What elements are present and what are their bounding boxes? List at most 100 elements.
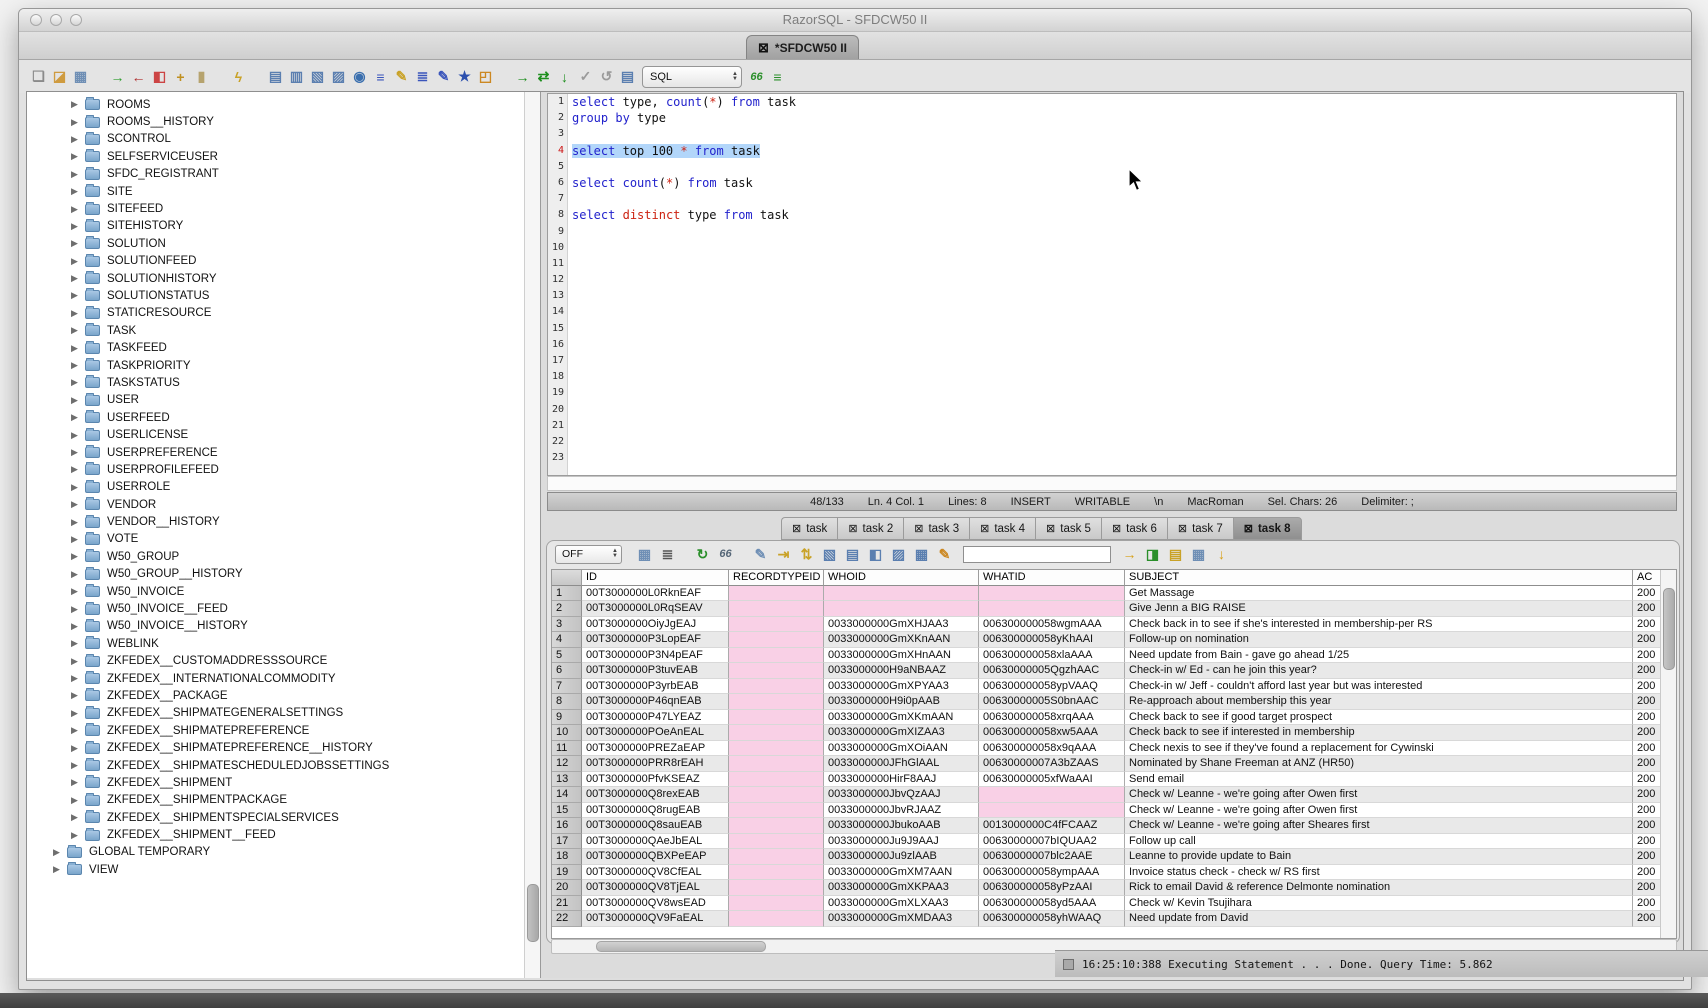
table-row[interactable]: 500T3000000P3N4pEAF0033000000GmXHnAAN006… (552, 648, 1661, 664)
cell-whatid[interactable]: 006300000058yd5AAA (979, 896, 1125, 912)
disclosure-triangle-icon[interactable]: ▶ (71, 690, 85, 701)
copy-rows-icon[interactable]: ▨ (888, 544, 909, 565)
insert-row-icon[interactable]: ⇥ (773, 544, 794, 565)
cell-subject[interactable]: Follow-up on nomination (1125, 632, 1633, 648)
disclosure-triangle-icon[interactable]: ▶ (71, 99, 85, 110)
cell-whatid[interactable]: 00630000005xfWaAAI (979, 772, 1125, 788)
cell-whoid[interactable]: 0033000000GmXMDAA3 (824, 911, 979, 927)
cell-rtid[interactable] (729, 803, 824, 819)
cell-ac[interactable]: 200 (1633, 803, 1662, 819)
cell-rtid[interactable] (729, 834, 824, 850)
tree-item[interactable]: ▶ZKFEDEX__CUSTOMADDRESSSOURCE (27, 653, 540, 670)
cell-whatid[interactable]: 006300000058x9qAAA (979, 741, 1125, 757)
cell-whatid[interactable]: 006300000058xlaAAA (979, 648, 1125, 664)
disclosure-triangle-icon[interactable]: ▶ (71, 343, 85, 354)
save-table-icon[interactable]: ▦ (1188, 544, 1209, 565)
cell-whoid[interactable]: 0033000000GmXHnAAN (824, 648, 979, 664)
cell-whatid[interactable] (979, 586, 1125, 602)
cell-ac[interactable]: 200 (1633, 617, 1662, 633)
cell-ac[interactable]: 200 (1633, 818, 1662, 834)
cell-ac[interactable]: 200 (1633, 663, 1662, 679)
tree-item[interactable]: ▶TASK (27, 322, 540, 339)
tree-scrollbar-thumb[interactable] (527, 884, 539, 942)
tree-item[interactable]: ▶ZKFEDEX__SHIPMENTSPECIALSERVICES (27, 809, 540, 826)
result-tab-task-3[interactable]: ⊠task 3 (903, 517, 969, 540)
column-header-ID[interactable]: ID (582, 570, 729, 586)
disclosure-triangle-icon[interactable]: ▶ (71, 395, 85, 406)
cell-subject[interactable]: Check w/ Leanne - we're going after Shea… (1125, 818, 1633, 834)
disclosure-triangle-icon[interactable]: ▶ (53, 864, 67, 875)
cell-ac[interactable]: 200 (1633, 741, 1662, 757)
reload-query-icon[interactable]: ▧ (307, 66, 328, 87)
cell-ac[interactable]: 200 (1633, 694, 1662, 710)
cell-whoid[interactable]: 0033000000GmXPYAA3 (824, 679, 979, 695)
cell-whoid[interactable]: 0033000000GmXLXAA3 (824, 896, 979, 912)
cell-whoid[interactable] (824, 601, 979, 617)
result-tab-task-7[interactable]: ⊠task 7 (1167, 517, 1233, 540)
cell-subject[interactable]: Give Jenn a BIG RAISE (1125, 601, 1633, 617)
cell-subject[interactable]: Leanne to provide update to Bain (1125, 849, 1633, 865)
cell-ac[interactable]: 200 (1633, 849, 1662, 865)
results-grid-icon[interactable]: ≡ (767, 66, 788, 87)
document-tab[interactable]: ⊠ *SFDCW50 II (746, 35, 859, 59)
tree-item[interactable]: ▶SOLUTIONFEED (27, 253, 540, 270)
format-lines-icon[interactable]: ≣ (412, 66, 433, 87)
form-view-icon[interactable]: ▤ (842, 544, 863, 565)
cell-rtid[interactable] (729, 601, 824, 617)
tree-item[interactable]: ▶ZKFEDEX__SHIPMENTPACKAGE (27, 792, 540, 809)
table-row[interactable]: 300T3000000OiyJgEAJ0033000000GmXHJAA3006… (552, 617, 1661, 633)
cell-id[interactable]: 00T3000000P3N4pEAF (582, 648, 729, 664)
column-header-WHOID[interactable]: WHOID (824, 570, 979, 586)
cell-whatid[interactable]: 006300000058ympAAA (979, 865, 1125, 881)
view-row-icon[interactable]: 66 (715, 544, 736, 565)
close-tab-icon[interactable]: ⊠ (1046, 522, 1055, 535)
combo-stepper-icon[interactable]: ▲▼ (732, 72, 738, 82)
cell-rtid[interactable] (729, 632, 824, 648)
cell-id[interactable]: 00T3000000P3tuvEAB (582, 663, 729, 679)
cell-ac[interactable]: 200 (1633, 834, 1662, 850)
zoom-window-icon[interactable] (70, 14, 82, 26)
execute-icon[interactable]: → (512, 66, 533, 87)
close-document-icon[interactable]: ⊠ (758, 41, 769, 54)
tree-item[interactable]: ▶USERLICENSE (27, 426, 540, 443)
cell-ac[interactable]: 200 (1633, 710, 1662, 726)
cell-subject[interactable]: Need update from David (1125, 911, 1633, 927)
cell-whatid[interactable]: 006300000058xw5AAA (979, 725, 1125, 741)
open-file-icon[interactable]: ◪ (49, 66, 70, 87)
cell-whatid[interactable]: 00630000007A3bZAAS (979, 756, 1125, 772)
download-icon[interactable]: ↓ (1211, 544, 1232, 565)
cell-whoid[interactable]: 0033000000HirF8AAJ (824, 772, 979, 788)
cell-whoid[interactable]: 0033000000Ju9zlAAB (824, 849, 979, 865)
close-tab-icon[interactable]: ⊠ (1112, 522, 1121, 535)
results-vscrollbar[interactable] (1660, 570, 1676, 938)
tree-item[interactable]: ▶ZKFEDEX__SHIPMATEPREFERENCE (27, 722, 540, 739)
cell-rtid[interactable] (729, 865, 824, 881)
results-list-icon[interactable]: ≡ (370, 66, 391, 87)
sort-filter-icon[interactable]: ≣ (657, 544, 678, 565)
result-tab-task-6[interactable]: ⊠task 6 (1101, 517, 1167, 540)
rollback-icon[interactable]: ↺ (596, 66, 617, 87)
cell-whatid[interactable] (979, 803, 1125, 819)
cell-whatid[interactable] (979, 601, 1125, 617)
split-view-icon[interactable]: ◧ (865, 544, 886, 565)
table-row[interactable]: 800T3000000P46qnEAB0033000000H9i0pAAB006… (552, 694, 1661, 710)
table-row[interactable]: 1100T3000000PREZaEAP0033000000GmXOiAAN00… (552, 741, 1661, 757)
tree-item[interactable]: ▶TASKPRIORITY (27, 357, 540, 374)
database-icon[interactable]: ▮ (191, 66, 212, 87)
disconnect-db-icon[interactable]: ← (128, 66, 149, 87)
tree-item[interactable]: ▶ZKFEDEX__SHIPMATESCHEDULEDJOBSSETTINGS (27, 757, 540, 774)
log-icon[interactable]: ▤ (617, 66, 638, 87)
cell-rtid[interactable] (729, 617, 824, 633)
cell-whatid[interactable]: 00630000005S0bnAAC (979, 694, 1125, 710)
cell-ac[interactable]: 200 (1633, 601, 1662, 617)
cell-whatid[interactable]: 006300000058yPzAAI (979, 880, 1125, 896)
disclosure-triangle-icon[interactable]: ▶ (71, 534, 85, 545)
cell-ac[interactable]: 200 (1633, 787, 1662, 803)
close-tab-icon[interactable]: ⊠ (914, 522, 923, 535)
disclosure-triangle-icon[interactable]: ▶ (71, 795, 85, 806)
cell-rtid[interactable] (729, 663, 824, 679)
cell-whoid[interactable]: 0033000000GmXKmAAN (824, 710, 979, 726)
cell-ac[interactable]: 200 (1633, 679, 1662, 695)
column-header-SUBJECT[interactable]: SUBJECT (1125, 570, 1633, 586)
cell-rtid[interactable] (729, 648, 824, 664)
